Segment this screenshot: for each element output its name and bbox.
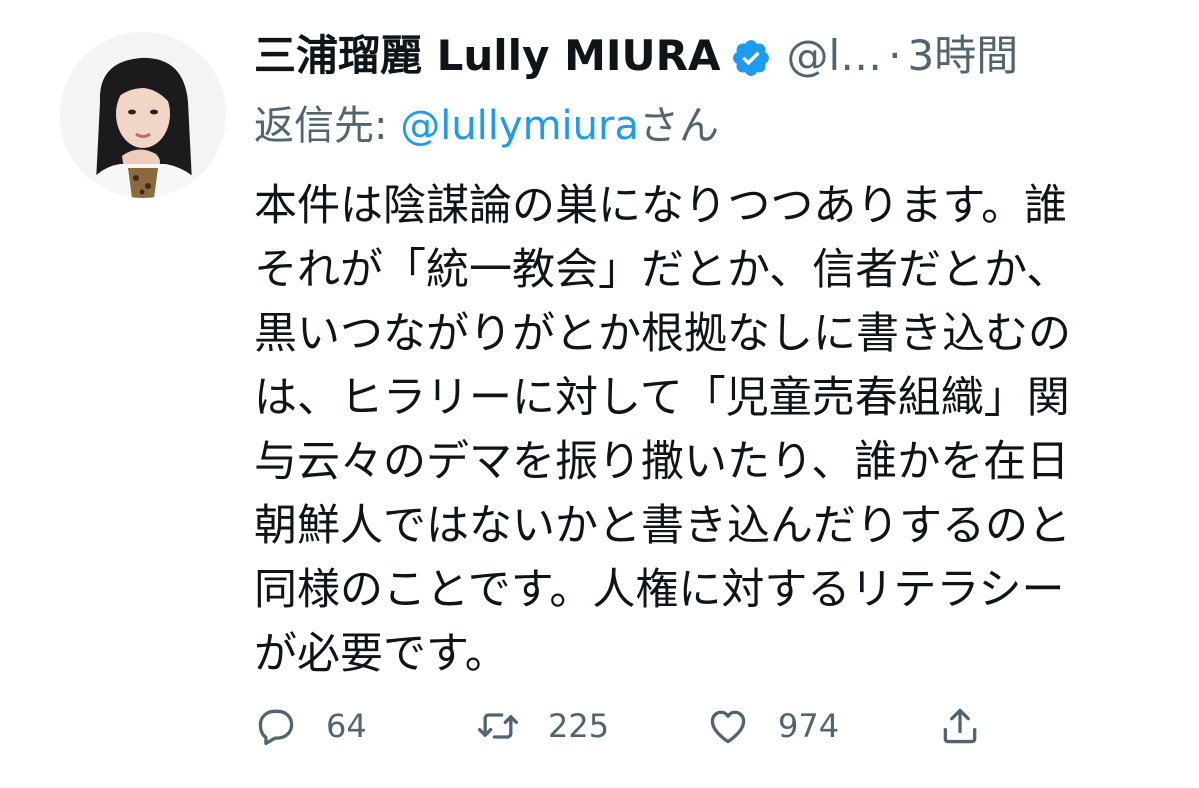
avatar-image [60,32,226,198]
reply-to-mention[interactable]: @lullymiura [400,103,639,149]
tweet-text: 本件は陰謀論の巣になりつつあります。誰 それが「統一教会」だとか、信者だとか、 … [254,174,1199,686]
tweet-text-line: は、ヒラリーに対して「児童売春組織」関 [254,373,1070,423]
tweet-text-line: それが「統一教会」だとか、信者だとか、 [254,245,1070,295]
tweet-text-line: 黒いつながりがとか根拠なしに書き込むの [254,309,1071,359]
tweet-text-line: 朝鮮人ではないかと書き込んだりするのと [254,501,1071,551]
tweet-text-line: 同様のことです。人権に対するリテラシー [254,565,1065,615]
reply-to-prefix: 返信先: [254,103,401,149]
retweet-button[interactable]: 225 [476,696,609,756]
retweet-icon [476,704,520,748]
verified-badge-icon [730,35,772,77]
display-name[interactable]: 三浦瑠麗 Lully MIURA [254,26,720,86]
tweet-text-line: 与云々のデマを振り撒いたり、誰かを在日 [254,437,1070,487]
avatar[interactable] [60,32,226,198]
reply-to-suffix: さん [638,103,719,149]
heart-icon [706,704,750,748]
like-button[interactable]: 974 [706,696,839,756]
tweet-text-line: が必要です。 [254,629,508,679]
reply-count: 64 [326,707,367,745]
tweet-header: 三浦瑠麗 Lully MIURA @l… · 3時間 [254,26,1018,86]
header-separator: · [888,31,902,80]
user-handle[interactable]: @l… [786,26,882,86]
comment-icon [254,704,298,748]
tweet-timestamp[interactable]: 3時間 [907,26,1018,86]
tweet-actions: 64 225 974 [254,696,1014,756]
tweet-text-line: 本件は陰謀論の巣になりつつあります。誰 [254,181,1068,231]
share-button[interactable] [938,696,982,756]
retweet-count: 225 [548,707,610,745]
share-icon [938,704,982,748]
like-count: 974 [778,707,840,745]
reply-button[interactable]: 64 [254,696,367,756]
reply-to-line: 返信先: @lullymiuraさん [254,98,719,154]
